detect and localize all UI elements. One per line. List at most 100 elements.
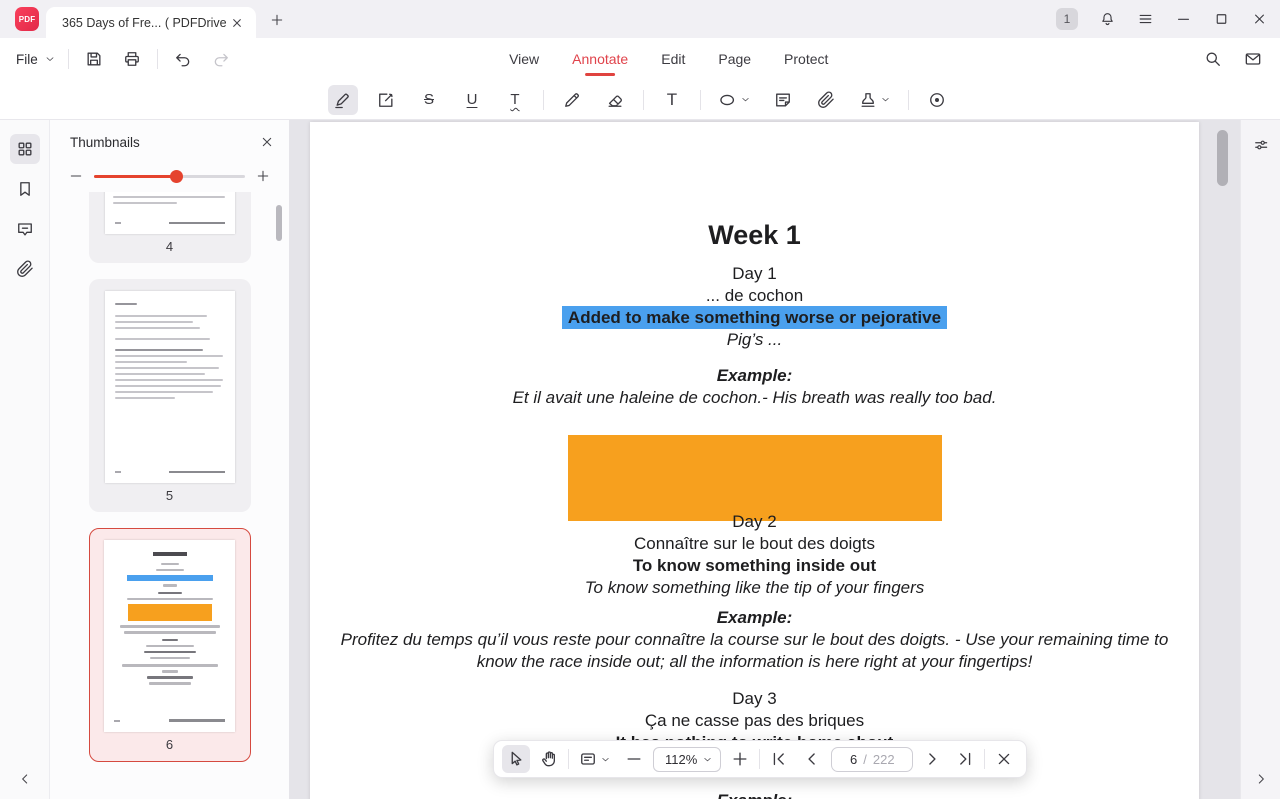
example-text: Profitez du temps qu’il vous reste pour … — [332, 629, 1178, 673]
example-label: Example: — [310, 790, 1199, 799]
tab-close-icon[interactable] — [228, 14, 246, 32]
title-bar: PDF 365 Days of Fre... ( PDFDrive ) * 1 — [0, 0, 1280, 38]
current-page-value: 6 — [850, 752, 857, 767]
divider — [568, 749, 569, 769]
attachment-tool[interactable] — [811, 85, 841, 115]
tab-edit[interactable]: Edit — [661, 51, 685, 67]
blue-highlight[interactable]: Added to make something worse or pejorat… — [562, 306, 947, 329]
divider — [543, 90, 544, 110]
tab-view[interactable]: View — [509, 51, 539, 67]
zoom-in-thumbnails-icon[interactable] — [255, 168, 271, 184]
day2-example: Example: Profitez du temps qu’il vous re… — [310, 607, 1199, 673]
day1-section: Day 1 ... de cochon Added to make someth… — [310, 263, 1199, 409]
thumbnails-close-icon[interactable] — [257, 132, 277, 152]
sticky-note-tool[interactable] — [768, 85, 798, 115]
day2-label: Day 2 — [310, 511, 1199, 533]
zoom-out-button[interactable] — [620, 745, 648, 773]
pdf-page: Week 1 Day 1 ... de cochon Added to make… — [310, 122, 1199, 799]
tab-annotate[interactable]: Annotate — [572, 51, 628, 67]
reading-mode-button[interactable] — [574, 745, 615, 773]
document-scrollbar[interactable] — [1217, 130, 1228, 186]
underline-glyph: U — [467, 92, 478, 107]
thumbnail-page-6[interactable]: 6 — [89, 528, 251, 762]
collapse-left-panel-button[interactable] — [17, 771, 33, 787]
close-window-button[interactable] — [1251, 11, 1268, 28]
sidebar-item-bookmarks[interactable] — [10, 174, 40, 204]
redo-button[interactable] — [208, 46, 234, 72]
text-tool[interactable]: T — [657, 85, 687, 115]
left-sidebar-rail — [0, 120, 50, 799]
save-button[interactable] — [81, 46, 107, 72]
shapes-tool[interactable] — [714, 85, 755, 115]
minimize-button[interactable] — [1175, 11, 1192, 28]
show-annotations-tool[interactable] — [922, 85, 952, 115]
example-text: Et il avait une haleine de cochon.- His … — [310, 387, 1199, 409]
close-toolbar-button[interactable] — [990, 745, 1018, 773]
user-badge[interactable]: 1 — [1056, 8, 1078, 30]
area-highlight-tool[interactable] — [371, 85, 401, 115]
sidebar-item-thumbnails[interactable] — [10, 134, 40, 164]
sidebar-item-attachments[interactable] — [10, 254, 40, 284]
pencil-tool[interactable] — [557, 85, 587, 115]
tab-protect[interactable]: Protect — [784, 51, 828, 67]
thumbnail-page-4[interactable]: 4 — [89, 192, 251, 263]
highlighter-tool[interactable] — [328, 85, 358, 115]
previous-page-button[interactable] — [798, 745, 826, 773]
new-tab-button[interactable] — [266, 9, 288, 31]
zoom-out-thumbnails-icon[interactable] — [68, 168, 84, 184]
stamp-tool[interactable] — [854, 85, 895, 115]
thumbnail-size-slider — [68, 166, 271, 186]
thumbnail-page-6-preview — [104, 540, 235, 732]
page-navigation-toolbar: 112% 6 / 222 — [493, 740, 1027, 778]
orange-highlight[interactable] — [568, 435, 942, 521]
hamburger-menu-icon[interactable] — [1137, 11, 1154, 28]
thumbnail-page-4-preview — [105, 192, 235, 234]
print-button[interactable] — [119, 46, 145, 72]
tab-page[interactable]: Page — [718, 51, 751, 67]
day1-english-line: Added to make something worse or pejorat… — [310, 307, 1199, 329]
thumbnails-panel: Thumbnails — [50, 120, 290, 799]
zoom-in-button[interactable] — [726, 745, 754, 773]
strikethrough-glyph: S — [424, 92, 434, 107]
thumbnail-page-5-preview — [105, 291, 235, 483]
search-icon[interactable] — [1200, 46, 1226, 72]
thumbnail-page-number: 6 — [104, 732, 235, 761]
maximize-button[interactable] — [1213, 11, 1230, 28]
eraser-tool[interactable] — [600, 85, 630, 115]
squiggly-underline-tool[interactable]: T — [500, 85, 530, 115]
mail-icon[interactable] — [1240, 46, 1266, 72]
thumbnails-list: 4 — [50, 192, 289, 799]
day3-label: Day 3 — [310, 688, 1199, 710]
properties-panel-icon[interactable] — [1252, 136, 1270, 154]
hand-tool[interactable] — [535, 745, 563, 773]
thumbnails-header: Thumbnails — [70, 132, 277, 152]
day1-example: Example: Et il avait une haleine de coch… — [310, 365, 1199, 409]
slider-track[interactable] — [94, 175, 245, 178]
zoom-level-dropdown[interactable]: 112% — [653, 747, 721, 772]
page-number-input[interactable]: 6 / 222 — [831, 747, 913, 772]
last-page-button[interactable] — [951, 745, 979, 773]
day2-french: Connaître sur le bout des doigts — [310, 533, 1199, 555]
day2-english: To know something inside out — [310, 555, 1199, 577]
day3-french: Ça ne casse pas des briques — [310, 710, 1199, 732]
undo-button[interactable] — [170, 46, 196, 72]
menubar-right-group — [1200, 38, 1266, 80]
thumbnail-page-5[interactable]: 5 — [89, 279, 251, 512]
slider-handle[interactable] — [170, 170, 183, 183]
slider-fill — [94, 175, 176, 178]
example-label: Example: — [310, 365, 1199, 387]
select-tool[interactable] — [502, 745, 530, 773]
day3-example: Example: Graphiquement ca ne casse pas d… — [310, 790, 1199, 799]
thumbnails-scrollbar[interactable] — [276, 205, 282, 241]
underline-tool[interactable]: U — [457, 85, 487, 115]
notification-bell-icon[interactable] — [1099, 11, 1116, 28]
document-tab[interactable]: 365 Days of Fre... ( PDFDrive ) * — [46, 7, 256, 38]
file-menu-button[interactable]: File — [16, 52, 56, 67]
next-page-button[interactable] — [918, 745, 946, 773]
strikethrough-tool[interactable]: S — [414, 85, 444, 115]
text-glyph: T — [667, 91, 677, 108]
menu-bar: File View Annotate Edit Page Protect — [0, 38, 1280, 80]
first-page-button[interactable] — [765, 745, 793, 773]
expand-right-panel-button[interactable] — [1253, 771, 1269, 787]
sidebar-item-comments[interactable] — [10, 214, 40, 244]
